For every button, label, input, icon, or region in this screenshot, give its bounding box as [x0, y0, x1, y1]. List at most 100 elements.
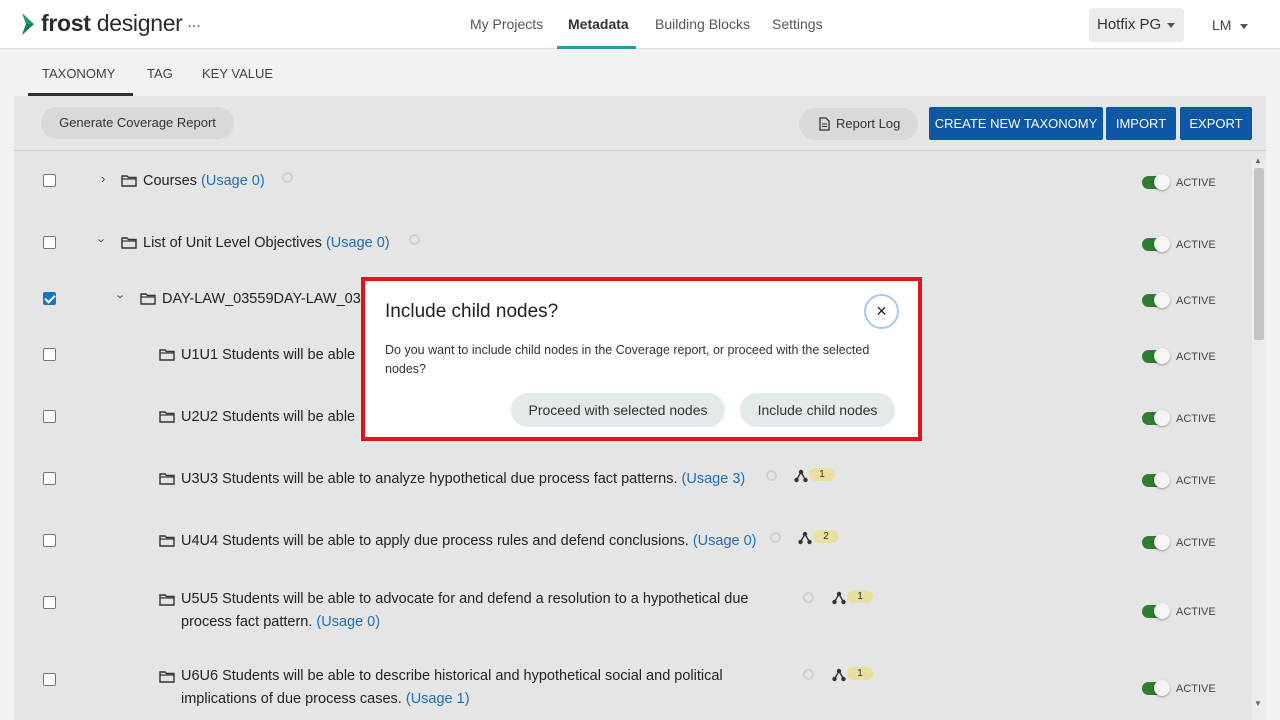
include-child-nodes-button[interactable]: Include child nodes: [740, 393, 895, 427]
gear-icon[interactable]: [282, 172, 293, 183]
tree-node-label[interactable]: Courses (Usage 0): [143, 170, 265, 193]
usage-link[interactable]: (Usage 0): [316, 614, 380, 630]
include-child-nodes-dialog: Include child nodes? × Do you want to in…: [361, 277, 922, 441]
tab-taxonomy[interactable]: TAXONOMY: [42, 50, 115, 96]
child-count-badge: 1: [847, 667, 873, 680]
folder-icon: [140, 293, 156, 305]
row-checkbox[interactable]: [43, 348, 56, 361]
tab-key-value[interactable]: KEY VALUE: [202, 50, 273, 96]
child-count-badge: 2: [813, 530, 839, 543]
row-checkbox[interactable]: [43, 673, 56, 686]
logo-text: frost designer: [41, 10, 183, 36]
gear-icon[interactable]: [803, 592, 814, 603]
frost-logo-icon: [22, 12, 34, 35]
tree-node-label[interactable]: DAY-LAW_03559DAY-LAW_03: [162, 288, 361, 311]
usage-link[interactable]: (Usage 1): [406, 691, 470, 707]
create-new-taxonomy-button[interactable]: CREATE NEW TAXONOMY: [929, 107, 1103, 140]
tree-node-label[interactable]: U5U5 Students will be able to advocate f…: [181, 588, 749, 634]
child-count-badge: 1: [847, 590, 873, 603]
child-count-badge: 1: [809, 468, 835, 481]
status-label: ACTIVE: [1176, 475, 1216, 487]
scrollbar-thumb[interactable]: [1254, 168, 1264, 340]
close-icon: ×: [876, 301, 887, 321]
report-log-button[interactable]: Report Log: [799, 108, 918, 140]
row-checkbox[interactable]: [43, 472, 56, 485]
gear-icon[interactable]: [409, 234, 420, 245]
chevron-down-icon[interactable]: ›: [95, 238, 110, 242]
tree-node-label[interactable]: U1U1 Students will be able: [181, 344, 355, 367]
more-menu-button[interactable]: ...: [181, 13, 207, 37]
folder-icon: [159, 411, 175, 423]
active-toggle[interactable]: [1142, 236, 1170, 252]
status-label: ACTIVE: [1176, 239, 1216, 251]
export-button[interactable]: EXPORT: [1180, 107, 1252, 140]
row-checkbox[interactable]: [43, 596, 56, 609]
hierarchy-icon[interactable]: [794, 469, 808, 483]
environment-dropdown[interactable]: Hotfix PG: [1089, 8, 1184, 42]
hierarchy-icon[interactable]: [832, 591, 846, 605]
status-label: ACTIVE: [1176, 606, 1216, 618]
taxonomy-toolbar: Generate Coverage Report Report Log CREA…: [14, 96, 1266, 151]
tree-node-label[interactable]: U6U6 Students will be able to describe h…: [181, 665, 723, 711]
top-bar: frost designer ... My Projects Metadata …: [0, 0, 1280, 49]
scroll-down-icon[interactable]: ▼: [1254, 699, 1262, 708]
active-toggle[interactable]: [1142, 410, 1170, 426]
caret-down-icon: [1167, 22, 1176, 28]
generate-coverage-report-button[interactable]: Generate Coverage Report: [41, 107, 234, 139]
tree-node-label[interactable]: U2U2 Students will be able: [181, 406, 355, 429]
gear-icon[interactable]: [803, 669, 814, 680]
metadata-subtabs: TAXONOMY TAG KEY VALUE: [0, 50, 1280, 96]
active-toggle[interactable]: [1142, 174, 1170, 190]
dialog-title: Include child nodes?: [385, 301, 559, 322]
chevron-down-icon[interactable]: ›: [114, 294, 129, 298]
frost-designer-logo[interactable]: frost designer: [20, 10, 183, 37]
active-toggle[interactable]: [1142, 603, 1170, 619]
document-icon: [819, 117, 830, 131]
nav-my-projects[interactable]: My Projects: [470, 0, 543, 49]
status-label: ACTIVE: [1176, 537, 1216, 549]
usage-link[interactable]: (Usage 0): [326, 235, 390, 251]
close-button[interactable]: ×: [864, 294, 899, 329]
folder-icon: [121, 175, 137, 187]
gear-icon[interactable]: [766, 470, 777, 481]
proceed-with-selected-nodes-button[interactable]: Proceed with selected nodes: [511, 393, 725, 427]
usage-link[interactable]: (Usage 0): [693, 533, 757, 549]
hierarchy-icon[interactable]: [798, 531, 812, 545]
tree-node-label[interactable]: U4U4 Students will be able to apply due …: [181, 530, 757, 553]
active-toggle[interactable]: [1142, 348, 1170, 364]
row-checkbox[interactable]: [43, 174, 56, 187]
status-label: ACTIVE: [1176, 177, 1216, 189]
nav-settings[interactable]: Settings: [772, 0, 823, 49]
row-checkbox[interactable]: [43, 292, 56, 305]
nav-metadata[interactable]: Metadata: [568, 0, 629, 49]
row-checkbox[interactable]: [43, 534, 56, 547]
active-toggle[interactable]: [1142, 472, 1170, 488]
tree-node-label[interactable]: U3U3 Students will be able to analyze hy…: [181, 468, 745, 491]
folder-icon: [159, 473, 175, 485]
tab-tag[interactable]: TAG: [147, 50, 173, 96]
user-menu[interactable]: LM: [1205, 8, 1249, 42]
scroll-up-icon[interactable]: ▲: [1254, 156, 1262, 165]
caret-down-icon: [1240, 23, 1249, 29]
chevron-right-icon[interactable]: ›: [101, 171, 105, 186]
import-button[interactable]: IMPORT: [1106, 107, 1176, 140]
tree-node-label[interactable]: List of Unit Level Objectives (Usage 0): [143, 232, 390, 255]
hierarchy-icon[interactable]: [832, 668, 846, 682]
usage-link[interactable]: (Usage 0): [201, 173, 265, 189]
gear-icon[interactable]: [770, 532, 781, 543]
nav-active-indicator: [557, 46, 636, 49]
nav-building-blocks[interactable]: Building Blocks: [655, 0, 750, 49]
folder-icon: [159, 594, 175, 606]
active-toggle[interactable]: [1142, 292, 1170, 308]
status-label: ACTIVE: [1176, 295, 1216, 307]
active-toggle[interactable]: [1142, 534, 1170, 550]
active-toggle[interactable]: [1142, 680, 1170, 696]
status-label: ACTIVE: [1176, 683, 1216, 695]
row-checkbox[interactable]: [43, 236, 56, 249]
folder-icon: [159, 671, 175, 683]
usage-link[interactable]: (Usage 3): [682, 471, 746, 487]
environment-label: Hotfix PG: [1097, 16, 1162, 33]
row-checkbox[interactable]: [43, 410, 56, 423]
folder-icon: [159, 349, 175, 361]
dialog-message: Do you want to include child nodes in th…: [385, 343, 870, 376]
